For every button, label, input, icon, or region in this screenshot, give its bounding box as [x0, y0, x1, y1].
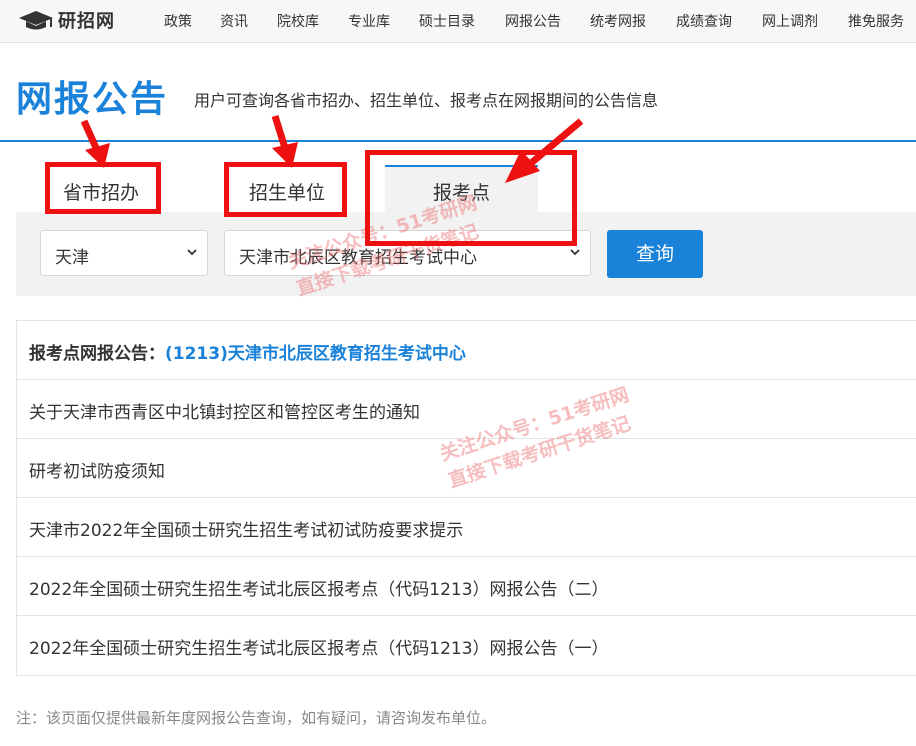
graduation-cap-icon	[19, 11, 53, 30]
nav-score-query[interactable]: 成绩查询	[676, 11, 732, 31]
footnote: 注：该页面仅提供最新年度网报公告查询，如有疑问，请咨询发布单位。	[16, 709, 497, 727]
annotation-box-enrollment-unit	[224, 162, 347, 217]
notice-title[interactable]: 关于天津市西青区中北镇封控区和管控区考生的通知	[29, 398, 420, 423]
nav-online-adjustment[interactable]: 网上调剂	[762, 11, 818, 31]
top-navigation-bar: 研招网 政策 资讯 院校库 专业库 硕士目录 网报公告 统考网报 成绩查询 网上…	[0, 0, 916, 43]
nav-recommendation-service[interactable]: 推免服务	[848, 11, 904, 31]
notice-list: 报考点网报公告：(1213)天津市北辰区教育招生考试中心 关于天津市西青区中北镇…	[16, 320, 916, 676]
nav-unified-registration[interactable]: 统考网报	[590, 11, 646, 31]
nav-registration-notice[interactable]: 网报公告	[505, 11, 561, 31]
notice-heading-site: (1213)天津市北辰区教育招生考试中心	[165, 344, 466, 364]
nav-major-library[interactable]: 专业库	[348, 11, 390, 31]
province-select[interactable]: 天津	[40, 230, 208, 276]
notice-list-heading: 报考点网报公告：(1213)天津市北辰区教育招生考试中心	[17, 321, 916, 380]
nav-policy[interactable]: 政策	[164, 11, 192, 31]
nav-news[interactable]: 资讯	[220, 11, 248, 31]
chevron-down-icon	[570, 249, 580, 256]
nav-school-library[interactable]: 院校库	[277, 11, 319, 31]
annotation-box-provincial-office	[45, 162, 161, 214]
list-item[interactable]: 2022年全国硕士研究生招生考试北辰区报考点（代码1213）网报公告（二）	[17, 557, 916, 616]
chevron-down-icon	[187, 249, 197, 256]
list-item[interactable]: 天津市2022年全国硕士研究生招生考试初试防疫要求提示	[17, 498, 916, 557]
logo-text: 研招网	[58, 11, 115, 32]
site-logo[interactable]: 研招网	[18, 8, 115, 32]
query-button[interactable]: 查询	[607, 230, 703, 278]
header-divider	[0, 140, 916, 142]
page-title: 网报公告	[16, 79, 169, 120]
nav-master-catalog[interactable]: 硕士目录	[419, 11, 475, 31]
annotation-box-exam-site	[365, 150, 577, 246]
list-item[interactable]: 2022年全国硕士研究生招生考试北辰区报考点（代码1213）网报公告（一）	[17, 616, 916, 675]
notice-title[interactable]: 2022年全国硕士研究生招生考试北辰区报考点（代码1213）网报公告（二）	[29, 575, 609, 600]
notice-title[interactable]: 2022年全国硕士研究生招生考试北辰区报考点（代码1213）网报公告（一）	[29, 634, 609, 659]
notice-title[interactable]: 天津市2022年全国硕士研究生招生考试初试防疫要求提示	[29, 516, 463, 541]
page-subtitle: 用户可查询各省市招办、招生单位、报考点在网报期间的公告信息	[194, 91, 659, 110]
list-item[interactable]: 关于天津市西青区中北镇封控区和管控区考生的通知	[17, 380, 916, 439]
province-select-value: 天津	[55, 248, 89, 268]
notice-heading-label: 报考点网报公告：	[29, 344, 165, 364]
notice-title[interactable]: 研考初试防疫须知	[29, 457, 165, 482]
